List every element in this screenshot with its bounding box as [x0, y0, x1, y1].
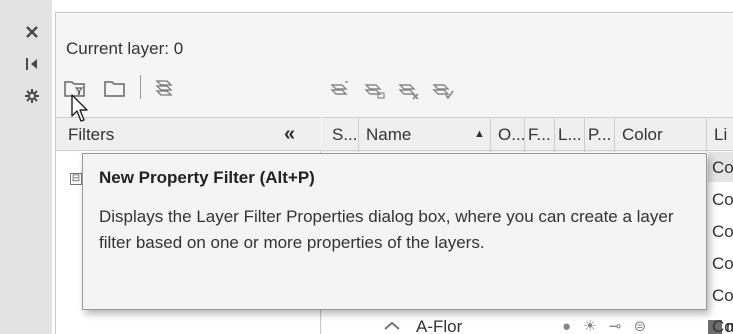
column-divider [584, 118, 585, 152]
layer-status-icon [384, 321, 400, 330]
column-linetype[interactable]: Li [714, 125, 727, 145]
filters-header-label: Filters [68, 125, 115, 144]
collapse-filters-button[interactable]: « [284, 123, 295, 146]
new-group-filter-icon[interactable] [102, 75, 128, 101]
linetype-cell[interactable]: Co [712, 222, 733, 242]
linetype-cell[interactable]: Co [712, 317, 733, 334]
sort-ascending-icon: ▲ [474, 128, 485, 140]
column-name[interactable]: Name [366, 125, 411, 145]
column-color[interactable]: Color [622, 125, 663, 145]
column-divider [614, 118, 615, 152]
tooltip-description: Displays the Layer Filter Properties dia… [99, 207, 674, 252]
column-plot[interactable]: P... [588, 125, 611, 145]
tree-expander-icon[interactable]: ⊟ [70, 173, 82, 185]
layer-name-cell[interactable]: A-Flor [416, 317, 462, 334]
toolbar-separator [140, 75, 141, 99]
column-divider [358, 118, 359, 152]
dock-icon[interactable] [22, 54, 42, 74]
mouse-pointer-icon [71, 94, 88, 122]
delete-layer-icon[interactable] [396, 77, 422, 103]
column-freeze[interactable]: F... [528, 125, 551, 145]
palette-title-strip [0, 0, 52, 334]
new-layer-icon[interactable] [328, 77, 354, 103]
column-lock[interactable]: L... [558, 125, 582, 145]
layer-states-manager-icon[interactable] [152, 75, 178, 101]
tooltip-title: New Property Filter (Alt+P) [99, 168, 315, 187]
linetype-cell[interactable]: Co [712, 286, 733, 306]
column-divider [706, 118, 707, 152]
linetype-cell[interactable]: Co [712, 158, 733, 178]
layers-grid-header: S... Name ▲ O... F... L... P... Color Li [322, 117, 733, 152]
linetype-cell[interactable]: Co [712, 254, 733, 274]
gear-icon[interactable] [22, 86, 42, 106]
linetype-cell[interactable]: Co [712, 190, 733, 210]
column-divider [490, 118, 491, 152]
tooltip: New Property Filter (Alt+P) Displays the… [82, 153, 707, 310]
column-on[interactable]: O... [498, 125, 525, 145]
new-layer-vp-frozen-icon[interactable] [362, 77, 388, 103]
set-current-icon[interactable] [430, 77, 456, 103]
column-divider [554, 118, 555, 152]
layer-state-icons[interactable]: ● ☀ ⊸ ⊜ [562, 317, 650, 334]
filters-header: Filters « [56, 117, 321, 151]
close-icon[interactable] [22, 22, 42, 42]
current-layer-label: Current layer: 0 [66, 39, 184, 58]
column-divider [524, 118, 525, 152]
column-status[interactable]: S... [332, 125, 358, 145]
